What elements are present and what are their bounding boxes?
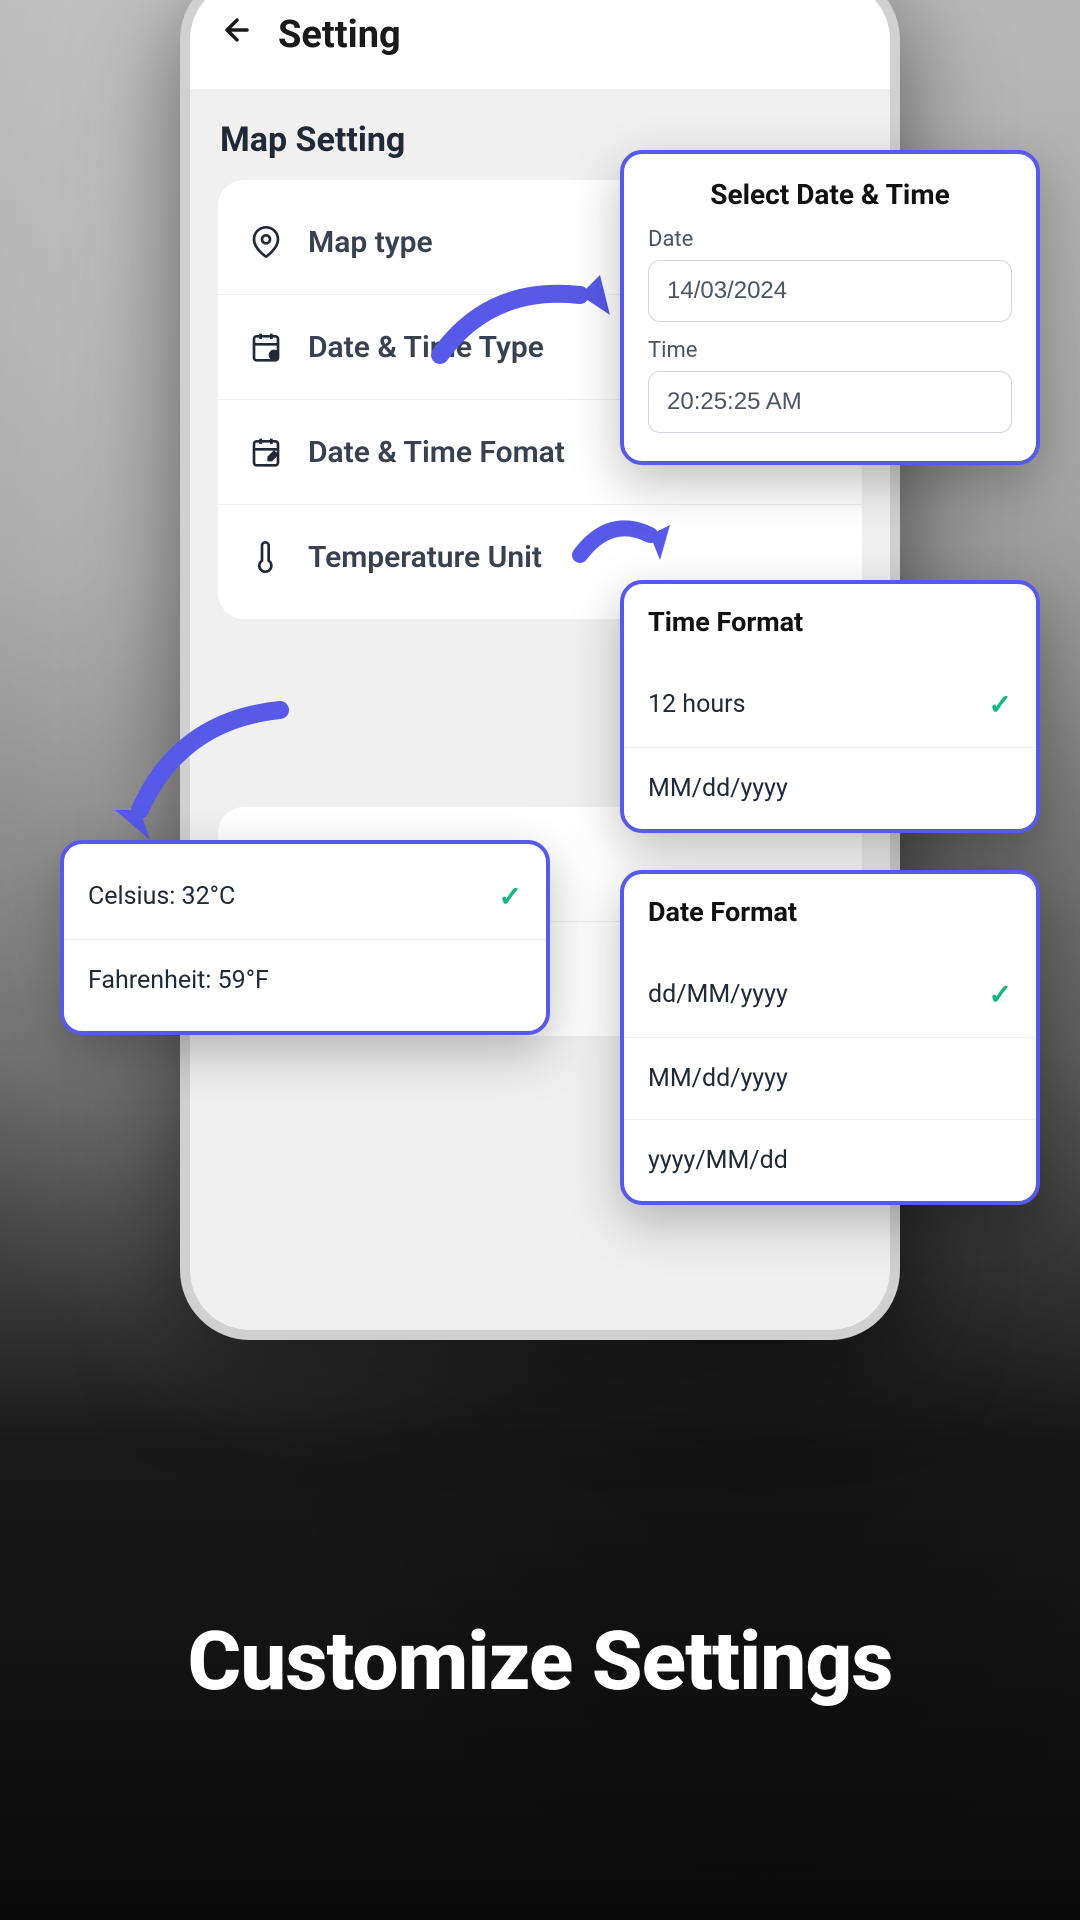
thermometer-icon (248, 539, 284, 575)
calendar-edit-icon (248, 434, 284, 470)
check-icon: ✓ (499, 880, 522, 913)
option-row[interactable]: MM/dd/yyyy (624, 1038, 1036, 1120)
page-title: Setting (278, 13, 401, 57)
popup-temperature-unit: Celsius: 32°C ✓ Fahrenheit: 59°F (60, 840, 550, 1035)
option-label: MM/dd/yyyy (648, 1064, 788, 1093)
calendar-settings-icon (248, 329, 284, 365)
option-row[interactable]: MM/dd/yyyy (624, 748, 1036, 829)
popup-title: Date Format (624, 896, 1036, 938)
option-row[interactable]: 12 hours ✓ (624, 662, 1036, 748)
check-icon: ✓ (989, 688, 1012, 721)
hero-caption: Customize Settings (0, 1614, 1080, 1710)
option-row[interactable]: Fahrenheit: 59°F (64, 940, 546, 1021)
popup-select-date-time: Select Date & Time Date Time (620, 150, 1040, 465)
option-label: 12 hours (648, 690, 746, 719)
app-header: Setting (190, 0, 890, 90)
check-icon: ✓ (989, 978, 1012, 1011)
row-label: Date & Time Fomat (308, 435, 565, 470)
location-pin-icon (248, 224, 284, 260)
option-row[interactable]: yyyy/MM/dd (624, 1120, 1036, 1201)
popup-date-format: Date Format dd/MM/yyyy ✓ MM/dd/yyyy yyyy… (620, 870, 1040, 1205)
back-arrow-icon[interactable] (220, 13, 254, 57)
row-label: Map type (308, 225, 433, 260)
date-label: Date (648, 227, 1012, 252)
popup-title: Select Date & Time (648, 178, 1012, 211)
option-row[interactable]: Celsius: 32°C ✓ (64, 854, 546, 940)
option-label: Fahrenheit: 59°F (88, 966, 269, 995)
option-label: Celsius: 32°C (88, 882, 235, 911)
arrow-curved-icon (100, 690, 300, 860)
time-input[interactable] (648, 371, 1012, 433)
time-label: Time (648, 338, 1012, 363)
arrow-curved-icon (430, 245, 630, 375)
option-label: yyyy/MM/dd (648, 1146, 788, 1175)
arrow-curved-icon (570, 505, 680, 585)
popup-time-format: Time Format 12 hours ✓ MM/dd/yyyy (620, 580, 1040, 833)
popup-title: Time Format (624, 606, 1036, 648)
option-label: MM/dd/yyyy (648, 774, 788, 803)
option-row[interactable]: dd/MM/yyyy ✓ (624, 952, 1036, 1038)
option-label: dd/MM/yyyy (648, 980, 788, 1009)
row-label: Temperature Unit (308, 540, 542, 575)
date-input[interactable] (648, 260, 1012, 322)
